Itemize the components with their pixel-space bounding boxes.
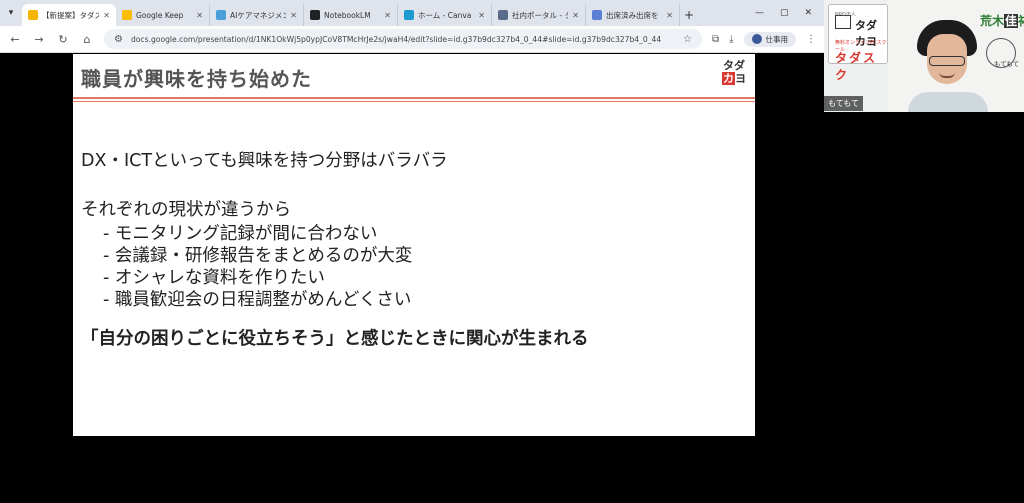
slide-body: DX・ICTといっても興味を持つ分野はバラバラ それぞれの現状が違うから - モ…	[81, 149, 741, 352]
title-rule	[73, 97, 755, 99]
tab-favicon-icon	[404, 10, 414, 20]
tab-favicon-icon	[28, 10, 38, 20]
bullet-item: - 会議録・研修報告をまとめるのが大変	[103, 246, 413, 266]
address-bar[interactable]: ⚙ docs.google.com/presentation/d/1NK1OkW…	[104, 29, 702, 49]
bullet-item: - 職員歓迎会の日程調整がめんどくさい	[103, 290, 412, 310]
browser-tab[interactable]: Google Keep ✕	[116, 4, 210, 26]
bullet-item: - オシャレな資料を作りたい	[103, 268, 325, 288]
browser-tab[interactable]: ホーム - Canva ✕	[398, 4, 492, 26]
logo-yo-text: ヨ	[735, 72, 746, 85]
browser-tab[interactable]: 社内ポータル - タ ✕	[492, 4, 586, 26]
close-window-icon[interactable]: ✕	[804, 8, 812, 18]
profile-avatar	[751, 34, 762, 44]
browser-toolbar: ← → ↻ ⌂ ⚙ docs.google.com/presentation/d…	[0, 26, 824, 53]
participant-shirt	[908, 92, 988, 112]
tab-label: 出席済み出席を	[606, 10, 659, 20]
bullet-list: - モニタリング記録が間に合わない - 会議録・研修報告をまとめるのが大変 - オシ…	[81, 223, 741, 311]
url-text: docs.google.com/presentation/d/1NK1OkWj5…	[130, 34, 662, 44]
conclusion-text: 「自分の困りごとに役立ちそう」と感じたときに関心が生まれる	[81, 329, 589, 349]
maximize-icon[interactable]: ▢	[780, 8, 789, 18]
profile-label: 仕事用	[765, 34, 789, 44]
participant-video	[917, 20, 977, 98]
reason-heading: それぞれの現状が違うから	[81, 200, 291, 220]
bullet-item: - モニタリング記録が間に合わない	[103, 224, 378, 244]
browser-tab[interactable]: 【新提案】タダスク✕	[22, 4, 116, 26]
download-icon[interactable]: ⤓	[729, 34, 733, 45]
browser-tab[interactable]: AIケアマネジメント ✕	[210, 4, 304, 26]
window-controls: — ▢ ✕	[743, 0, 824, 26]
back-icon[interactable]: ←	[8, 33, 22, 46]
tab-label: ホーム - Canva	[418, 10, 472, 20]
tab-close-icon[interactable]: ✕	[478, 11, 485, 20]
participant-name-label: もてもて	[824, 96, 863, 111]
slide-canvas: 職員が興味を持ち始めた タダ カヨ DX・ICTといっても興味を持つ分野はバラバ…	[73, 54, 755, 436]
browser-tab-bar: ▾ 【新提案】タダスク✕Google Keep✕AIケアマネジメント✕Noteb…	[0, 0, 824, 26]
profile-button[interactable]: 仕事用	[743, 31, 796, 47]
more-menu-icon[interactable]: ⋮	[806, 34, 816, 45]
screen: ▾ 【新提案】タダスク✕Google Keep✕AIケアマネジメント✕Noteb…	[0, 0, 1024, 503]
title-rule-thin	[73, 101, 755, 102]
tab-label: NotebookLM	[324, 10, 371, 20]
intro-text: DX・ICTといっても興味を持つ分野はバラバラ	[81, 151, 448, 171]
browser-tab[interactable]: NotebookLM ✕	[304, 4, 398, 26]
reload-icon[interactable]: ↻	[56, 33, 70, 46]
tab-close-icon[interactable]: ✕	[290, 11, 297, 20]
glasses-icon	[929, 56, 965, 66]
nameplate-sub: もてもて	[994, 60, 1020, 68]
tab-close-icon[interactable]: ✕	[572, 11, 579, 20]
slide-title: 職員が興味を持ち始めた	[81, 67, 312, 91]
tab-label: 社内ポータル - タ	[512, 10, 569, 20]
tab-close-icon[interactable]: ✕	[103, 11, 110, 20]
tab-favicon-icon	[592, 10, 602, 20]
tab-favicon-icon	[122, 10, 132, 20]
browser-tab[interactable]: 出席済み出席を ✕	[586, 4, 680, 26]
tab-favicon-icon	[498, 10, 508, 20]
home-icon[interactable]: ⌂	[80, 33, 94, 46]
nameplate: 荒木佳祐	[980, 14, 1024, 28]
tab-close-icon[interactable]: ✕	[666, 11, 673, 20]
logo-ka-text: カ	[722, 72, 735, 85]
sign-name-text: タダスク	[835, 51, 878, 82]
webcam-feed: NPO法人 タダカヨ 無料オンラインPCスクール タダスク 荒木佳祐 もてもて …	[824, 0, 1024, 112]
site-info-icon[interactable]: ⚙	[114, 34, 123, 45]
sign-small-text: NPO法人	[835, 12, 856, 18]
tab-close-icon[interactable]: ✕	[196, 11, 203, 20]
tadasuku-sign: NPO法人 タダカヨ 無料オンラインPCスクール タダスク	[828, 4, 888, 82]
logo-top-text: タダ	[723, 59, 745, 72]
tadakayo-logo: タダ カヨ	[719, 59, 749, 89]
tab-label: 【新提案】タダスク	[42, 10, 100, 20]
tab-close-icon[interactable]: ✕	[384, 11, 391, 20]
tab-favicon-icon	[216, 10, 226, 20]
bookmark-star-icon[interactable]: ☆	[683, 34, 692, 45]
tab-favicon-icon	[310, 10, 320, 20]
forward-icon[interactable]: →	[32, 33, 46, 46]
extensions-icon[interactable]: ⧉	[712, 34, 719, 45]
tab-search-icon[interactable]: ▾	[0, 0, 22, 26]
new-tab-button[interactable]: +	[680, 4, 698, 26]
tab-label: AIケアマネジメント	[230, 10, 286, 20]
minimize-icon[interactable]: —	[755, 8, 764, 18]
tab-label: Google Keep	[136, 10, 184, 20]
